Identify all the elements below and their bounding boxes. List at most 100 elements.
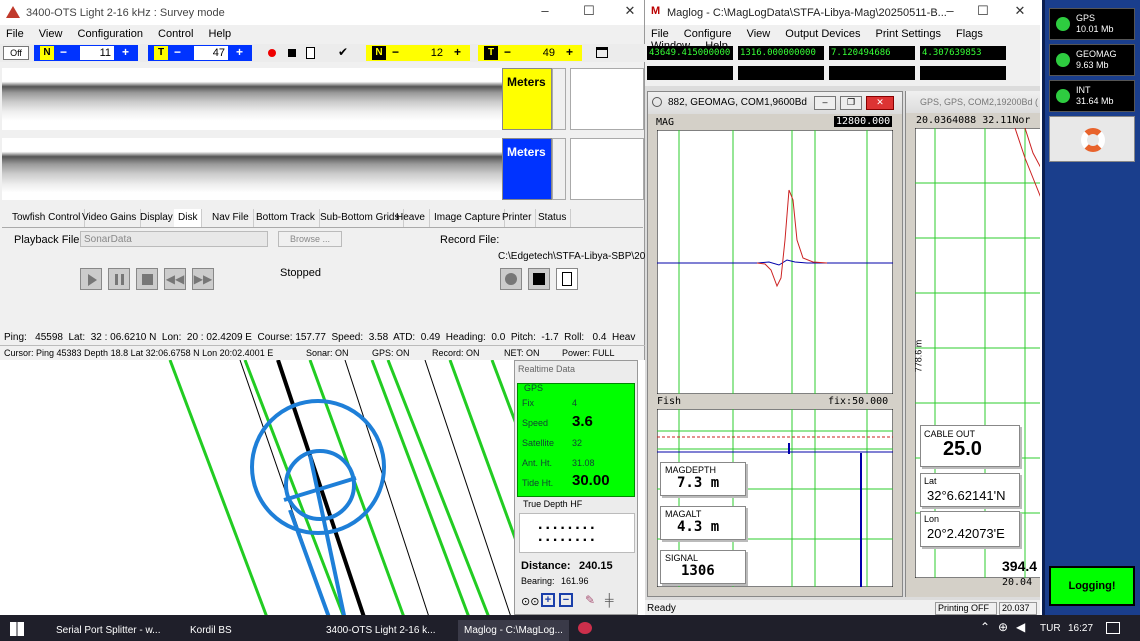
lifebuoy-button[interactable] [1049, 116, 1135, 162]
stop-button[interactable] [136, 268, 158, 290]
tab-display[interactable]: Display [136, 209, 178, 227]
file-icon[interactable] [306, 47, 315, 59]
lon-value: 20°2.42073'E [927, 526, 1005, 541]
clock[interactable]: 16:27 [1068, 623, 1093, 634]
taskbar-kordil[interactable]: Kordil BS [190, 620, 232, 641]
zoom-in-icon[interactable]: + [541, 593, 555, 607]
pause-button[interactable] [108, 268, 130, 290]
edit-icon[interactable]: ✎ [585, 593, 595, 607]
maglog-maximize-icon[interactable]: ☐ [968, 3, 998, 23]
tab-image-capture[interactable]: Image Capture [430, 209, 506, 227]
menu-help[interactable]: Help [209, 28, 232, 40]
lat-box: Lat 32°6.62141'N [920, 473, 1020, 507]
tray-chevron-icon[interactable]: ⌃ [980, 620, 990, 634]
browse-button[interactable]: Browse ... [278, 231, 342, 247]
menu-control[interactable]: Control [158, 28, 193, 40]
tab-bottom-track[interactable]: Bottom Track [252, 209, 320, 227]
maglog-close-icon[interactable]: ✕ [1005, 3, 1035, 23]
tab-printer[interactable]: Printer [498, 209, 537, 227]
stop-icon[interactable] [288, 49, 296, 57]
n1-minus-button[interactable]: − [60, 45, 67, 59]
new-file-button[interactable] [556, 268, 578, 290]
gps-bottom-value: 20.04 [1002, 577, 1033, 588]
maglog-menu-view[interactable]: View [747, 28, 771, 40]
tab-towfish-control[interactable]: Towfish Control [8, 209, 86, 227]
gps-coord-text: 20.0364088 32.11Nor [916, 115, 1031, 126]
t1-minus-button[interactable]: − [174, 45, 181, 59]
n2-plus-button[interactable]: + [454, 45, 461, 59]
checkmark-icon[interactable]: ✔ [338, 45, 348, 59]
fast-forward-button[interactable]: ▶▶ [192, 268, 214, 290]
geomag-restore-icon[interactable]: ❐ [840, 96, 862, 110]
maglog-menu-output-devices[interactable]: Output Devices [785, 28, 860, 40]
start-icon[interactable] [10, 622, 24, 636]
t2-plus-button[interactable]: + [566, 45, 573, 59]
geomag-titlebar[interactable]: 882, GEOMAG, COM1,9600Bd – ❐ ✕ [648, 92, 902, 114]
power-status: Power: FULL [562, 348, 615, 358]
n2-control: N − 12 + [366, 45, 470, 61]
t1-plus-button[interactable]: + [236, 45, 243, 59]
layout-icon[interactable] [596, 47, 608, 58]
n1-plus-button[interactable]: + [122, 45, 129, 59]
t2-minus-button[interactable]: − [504, 45, 511, 59]
record-icon[interactable] [268, 49, 276, 57]
menu-view[interactable]: View [39, 28, 63, 40]
sonar-channel-top[interactable] [2, 68, 502, 130]
zoom-out-icon[interactable]: − [559, 593, 573, 607]
gps-log-indicator[interactable]: GPS 10.01 Mb [1049, 8, 1135, 40]
bearing-value: 161.96 [561, 576, 589, 586]
record-status: Record: ON [432, 348, 480, 358]
t2-value[interactable]: 49 [524, 46, 558, 60]
minimize-icon[interactable]: – [530, 3, 560, 23]
n1-value[interactable]: 11 [80, 46, 114, 60]
n2-label: N [372, 46, 386, 60]
network-icon[interactable]: ⊕ [998, 620, 1008, 634]
n1-label: N [40, 46, 54, 60]
n2-minus-button[interactable]: − [392, 45, 399, 59]
maglog-menu-configure[interactable]: Configure [684, 28, 732, 40]
taskbar-sonar[interactable]: 3400-OTS Light 2-16 k... [326, 620, 436, 641]
geomag-close-icon[interactable]: ✕ [866, 96, 894, 110]
mag-chart[interactable] [657, 130, 893, 394]
maglog-menu-file[interactable]: File [651, 28, 669, 40]
tab-disk[interactable]: Disk [174, 209, 203, 227]
n2-value[interactable]: 12 [412, 46, 446, 60]
gps-titlebar[interactable]: GPS, GPS, COM2,19200Bd ( [906, 91, 1040, 113]
taskbar-serial-splitter[interactable]: Serial Port Splitter - w... [56, 620, 160, 641]
taskbar-maglog[interactable]: Maglog - C:\MagLog... [458, 620, 569, 641]
rewind-button[interactable]: ◀◀ [164, 268, 186, 290]
sonar-titlebar[interactable]: 3400-OTS Light 2-16 kHz : Survey mode – … [0, 0, 644, 25]
off-button[interactable]: Off [3, 46, 29, 60]
t1-value[interactable]: 47 [194, 46, 228, 60]
maximize-icon[interactable]: ☐ [574, 3, 604, 23]
tab-heave[interactable]: Heave [392, 209, 430, 227]
record-stop-button[interactable] [528, 268, 550, 290]
tab-video-gains[interactable]: Video Gains [78, 209, 142, 227]
maglog-menu-print-settings[interactable]: Print Settings [876, 28, 941, 40]
sonar-channel-bottom[interactable] [2, 138, 502, 200]
maglog-minimize-icon[interactable]: – [935, 3, 965, 23]
language-indicator[interactable]: TUR [1040, 623, 1061, 634]
play-button[interactable] [80, 268, 102, 290]
t1-label: T [154, 46, 168, 60]
maglog-titlebar[interactable]: M Maglog - C:\MagLogData\STFA-Libya-Mag\… [645, 0, 1040, 25]
tab-nav-file[interactable]: Nav File [208, 209, 254, 227]
taskbar-app-icon[interactable] [578, 622, 592, 634]
menu-file[interactable]: File [6, 28, 24, 40]
geomag-log-indicator[interactable]: GEOMAG 9.63 Mb [1049, 44, 1135, 76]
scroll-top[interactable] [552, 68, 566, 130]
scroll-bottom[interactable] [552, 138, 566, 200]
binoculars-icon[interactable]: ⊙⊙ [521, 595, 539, 608]
logging-button[interactable]: Logging! [1049, 566, 1135, 606]
tab-status[interactable]: Status [534, 209, 572, 227]
playback-input[interactable]: SonarData [80, 231, 268, 247]
close-icon[interactable]: ✕ [615, 3, 645, 23]
tool-icon[interactable]: ╪ [605, 593, 614, 607]
maglog-menu-flags[interactable]: Flags [956, 28, 983, 40]
int-log-indicator[interactable]: INT 31.64 Mb [1049, 80, 1135, 112]
geomag-minimize-icon[interactable]: – [814, 96, 836, 110]
volume-icon[interactable]: ◀ [1016, 620, 1025, 634]
notifications-icon[interactable] [1106, 622, 1120, 634]
menu-configuration[interactable]: Configuration [78, 28, 143, 40]
record-toggle-button[interactable] [500, 268, 522, 290]
